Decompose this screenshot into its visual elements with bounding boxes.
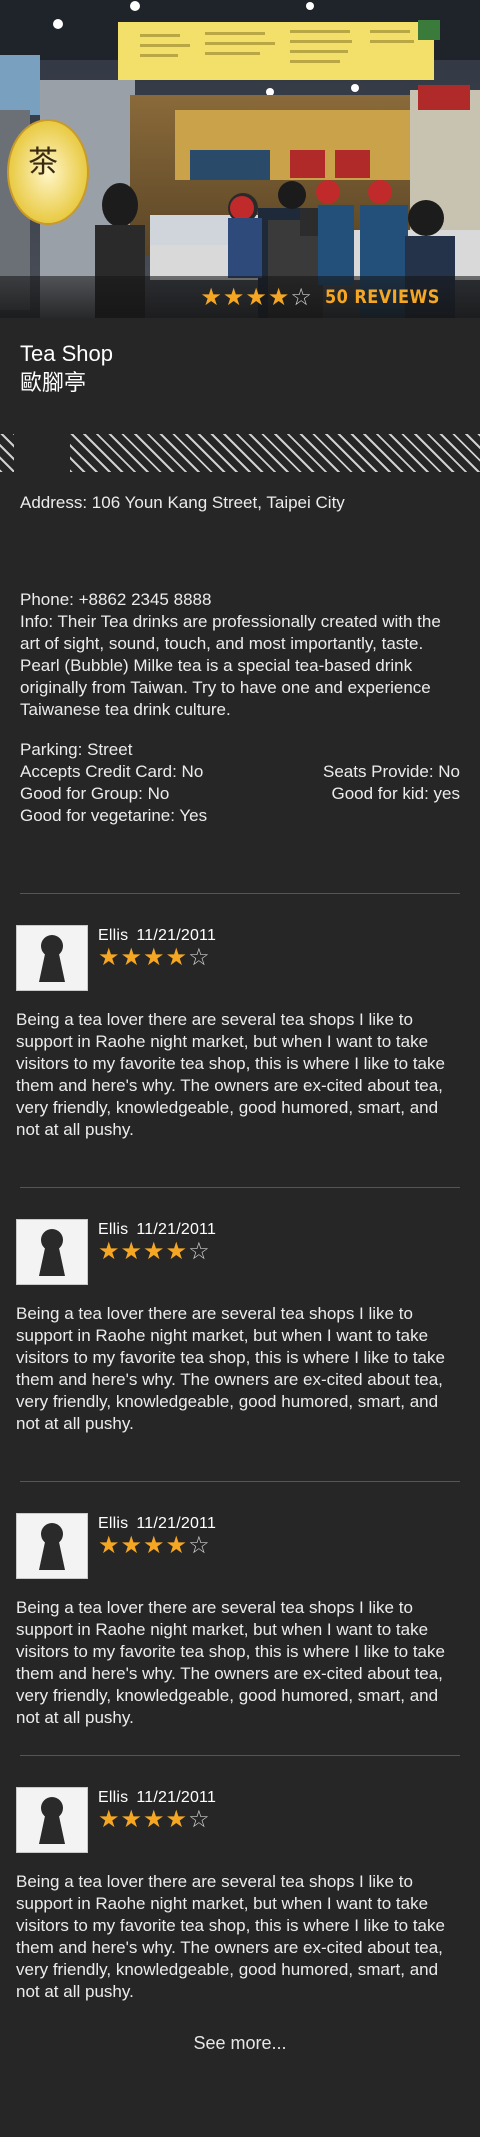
- address-text: Address: 106 Youn Kang Street, Taipei Ci…: [20, 493, 345, 512]
- review-item: Ellis 11/21/2011 ★ ★ ★ ★ ☆ Being a tea lover …: [0, 1756, 480, 2003]
- star-icon: ★: [120, 943, 143, 971]
- reviewer-name: Ellis: [98, 927, 129, 944]
- reviewer-name: Ellis: [98, 1789, 129, 1806]
- star-icon: ★: [245, 283, 267, 311]
- reviewer-name: Ellis: [98, 1515, 129, 1532]
- credit-card-text: Accepts Credit Card: No: [20, 762, 204, 781]
- star-icon: ★: [120, 1805, 143, 1833]
- star-outline-icon: ☆: [290, 283, 312, 311]
- star-icon: ★: [267, 283, 290, 311]
- review-date: 11/21/2011: [136, 927, 217, 944]
- star-icon: ★: [98, 1531, 120, 1559]
- shop-details: Address: 106 Youn Kang Street, Taipei Ci…: [0, 492, 480, 827]
- see-more-link[interactable]: See more...: [0, 2033, 480, 2054]
- reviews-count-link[interactable]: 50 REVIEWS: [325, 286, 440, 308]
- shop-header: Tea Shop 歐腳亭: [0, 318, 480, 400]
- store-sign-char: 茶: [28, 145, 58, 180]
- star-outline-icon: ☆: [188, 943, 210, 971]
- star-icon: ★: [98, 1237, 120, 1265]
- avatar-placeholder-icon: [16, 925, 88, 991]
- tea-shop-storefront-photo: 茶: [0, 0, 480, 318]
- hatch-pattern-right: [70, 434, 480, 472]
- vegetarian-text: Good for vegetarine: Yes: [20, 806, 208, 825]
- shop-subtitle: 歐腳亭: [20, 371, 87, 396]
- star-icon: ★: [143, 1237, 165, 1265]
- avatar-placeholder-icon: [16, 1219, 88, 1285]
- review-rating-stars: ★ ★ ★ ★ ☆: [98, 1807, 211, 1831]
- review-text: Being a tea lover there are several tea …: [16, 1598, 445, 1727]
- star-icon: ★: [165, 1531, 188, 1559]
- star-icon: ★: [98, 943, 120, 971]
- phone-text: Phone: +8862 2345 8888: [20, 590, 212, 609]
- star-icon: ★: [222, 283, 245, 311]
- star-icon: ★: [120, 1531, 143, 1559]
- avatar-placeholder-icon: [16, 1787, 88, 1853]
- star-icon: ★: [165, 1237, 188, 1265]
- hero-rating-stars: ★ ★ ★ ★ ☆: [200, 285, 313, 309]
- hatch-pattern-left: [0, 434, 14, 472]
- avatar-placeholder-icon: [16, 1513, 88, 1579]
- review-date: 11/21/2011: [136, 1221, 217, 1238]
- parking-text: Parking: Street: [20, 740, 133, 759]
- review-item: Ellis 11/21/2011 ★ ★ ★ ★ ☆ Being a tea lover …: [0, 1482, 480, 1729]
- hatch-divider: [0, 434, 480, 472]
- rating-bar: ★ ★ ★ ★ ☆ 50 REVIEWS: [0, 276, 480, 318]
- star-icon: ★: [165, 1805, 188, 1833]
- review-rating-stars: ★ ★ ★ ★ ☆: [98, 945, 211, 969]
- star-outline-icon: ☆: [188, 1237, 210, 1265]
- review-text: Being a tea lover there are several tea …: [16, 1872, 445, 2001]
- review-rating-stars: ★ ★ ★ ★ ☆: [98, 1239, 211, 1263]
- star-icon: ★: [200, 283, 222, 311]
- review-date: 11/21/2011: [136, 1789, 217, 1806]
- star-icon: ★: [143, 1531, 165, 1559]
- star-icon: ★: [143, 943, 165, 971]
- hero-photo: 茶 ★ ★ ★ ★ ☆ 50 REVIEWS: [0, 0, 480, 318]
- kid-text: Good for kid: yes: [331, 784, 460, 803]
- review-text: Being a tea lover there are several tea …: [16, 1010, 445, 1139]
- shop-name: Tea Shop: [20, 341, 113, 366]
- review-item: Ellis 11/21/2011 ★ ★ ★ ★ ☆ Being a tea lover …: [0, 894, 480, 1141]
- star-outline-icon: ☆: [188, 1531, 210, 1559]
- star-icon: ★: [120, 1237, 143, 1265]
- star-outline-icon: ☆: [188, 1805, 210, 1833]
- star-icon: ★: [165, 943, 188, 971]
- star-icon: ★: [143, 1805, 165, 1833]
- star-icon: ★: [98, 1805, 120, 1833]
- info-text: Info: Their Tea drinks are professionall…: [20, 612, 441, 719]
- review-rating-stars: ★ ★ ★ ★ ☆: [98, 1533, 211, 1557]
- seats-text: Seats Provide: No: [322, 762, 460, 781]
- review-text: Being a tea lover there are several tea …: [16, 1304, 445, 1433]
- review-item: Ellis 11/21/2011 ★ ★ ★ ★ ☆ Being a tea lover …: [0, 1188, 480, 1435]
- group-text: Good for Group: No: [20, 784, 170, 803]
- reviewer-name: Ellis: [98, 1221, 129, 1238]
- review-date: 11/21/2011: [136, 1515, 217, 1532]
